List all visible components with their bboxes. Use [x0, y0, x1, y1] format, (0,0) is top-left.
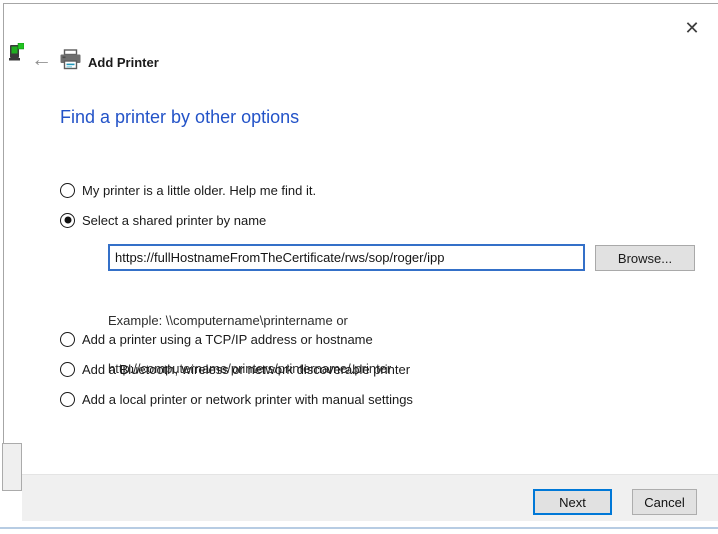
- radio-circle[interactable]: [60, 362, 75, 377]
- radio-circle[interactable]: [60, 392, 75, 407]
- radio-circle[interactable]: [60, 183, 75, 198]
- radio-label: Select a shared printer by name: [82, 213, 266, 228]
- radio-option-bluetooth-wireless[interactable]: Add a Bluetooth, wireless or network dis…: [60, 360, 410, 378]
- radio-option-tcpip[interactable]: Add a printer using a TCP/IP address or …: [60, 330, 373, 348]
- radio-option-local-manual[interactable]: Add a local printer or network printer w…: [60, 390, 413, 408]
- radio-label: Add a local printer or network printer w…: [82, 392, 413, 407]
- radio-label: Add a Bluetooth, wireless or network dis…: [82, 362, 410, 377]
- example-line-1: Example: \\computername\printername or: [108, 313, 391, 329]
- printer-status-tray-icon: [9, 43, 24, 67]
- radio-option-shared-printer[interactable]: Select a shared printer by name: [60, 211, 266, 229]
- window-title: Add Printer: [88, 55, 159, 70]
- cancel-button[interactable]: Cancel: [632, 489, 697, 515]
- radio-label: Add a printer using a TCP/IP address or …: [82, 332, 373, 347]
- page-heading: Find a printer by other options: [60, 107, 299, 128]
- browse-button[interactable]: Browse...: [595, 245, 695, 271]
- radio-option-older-printer[interactable]: My printer is a little older. Help me fi…: [60, 181, 316, 199]
- back-arrow-icon[interactable]: ←: [31, 49, 52, 70]
- shared-printer-url-input[interactable]: [108, 244, 585, 271]
- bottom-edge-line: [0, 527, 718, 529]
- window-border-top: [3, 3, 718, 4]
- add-printer-wizard-window: ✕ ← Add Printer Find a printer by other …: [0, 0, 718, 534]
- next-button[interactable]: Next: [533, 489, 612, 515]
- radio-circle[interactable]: [60, 332, 75, 347]
- window-border-left: [3, 3, 4, 491]
- radio-label: My printer is a little older. Help me fi…: [82, 183, 316, 198]
- radio-circle[interactable]: [60, 213, 75, 228]
- background-window-fragment: [2, 443, 22, 491]
- close-icon[interactable]: ✕: [679, 15, 705, 41]
- footer-bar: [22, 474, 718, 521]
- printer-icon: [59, 49, 82, 75]
